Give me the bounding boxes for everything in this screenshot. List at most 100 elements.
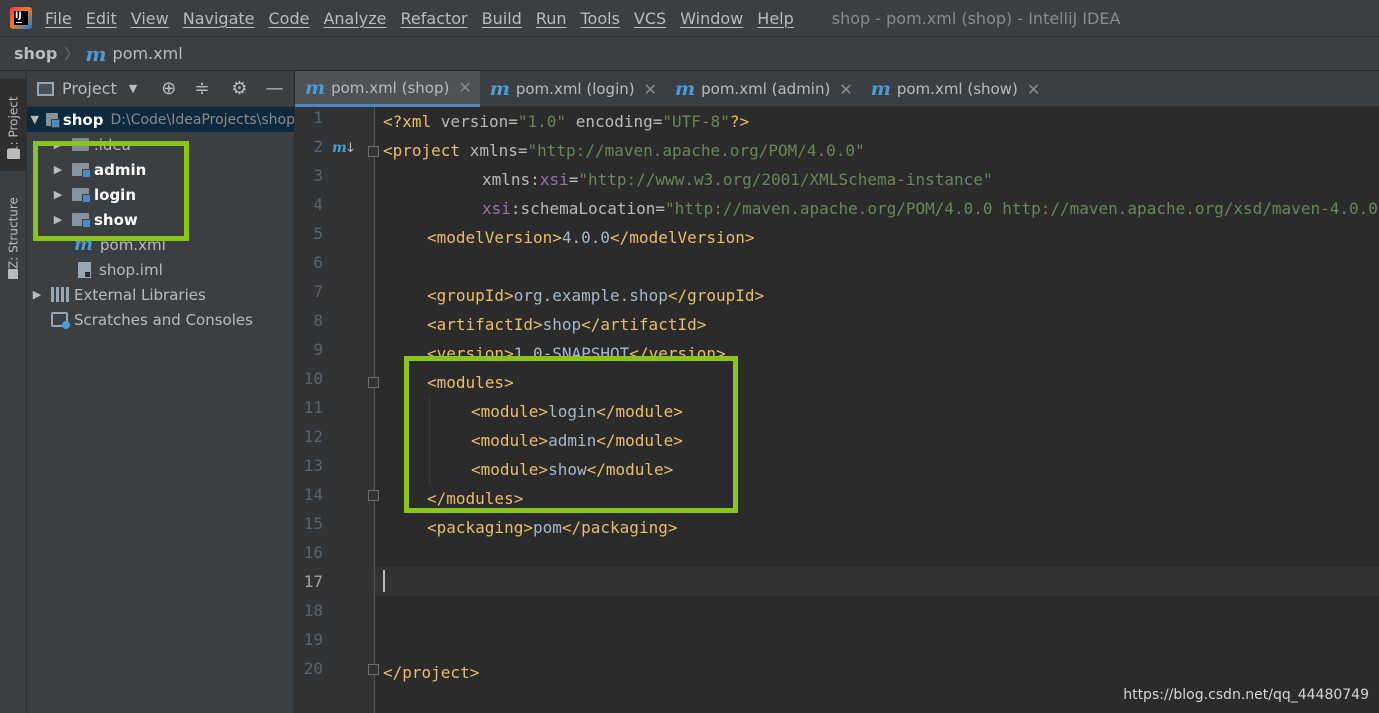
project-panel-title[interactable]: Project (62, 79, 117, 98)
menu-tools[interactable]: Tools (581, 9, 620, 28)
tree-item-iml[interactable]: shop.iml (27, 257, 294, 282)
fold-marker-icon[interactable] (368, 377, 379, 388)
tree-item-admin[interactable]: ▶ admin (27, 157, 294, 182)
code-line-2: <project xmlns="http://maven.apache.org/… (383, 136, 865, 165)
code-token: encoding (575, 112, 653, 131)
tab-pom-admin[interactable]: m pom.xml (admin) ✕ (665, 71, 861, 107)
code-token: </modules> (427, 489, 524, 508)
code-token: <?xml (383, 112, 441, 131)
project-panel: Project ▼ ⊕ ≑ ⚙ — ▼ shop D:\Code\IdeaPro… (27, 71, 295, 713)
line-number: 14 (303, 485, 323, 504)
code-token: : (510, 199, 521, 218)
current-line-highlight (375, 567, 1379, 596)
code-token: "http://www.w3.org/2001/XMLSchema-instan… (578, 170, 993, 189)
code-token: 1.0-SNAPSHOT (513, 344, 630, 363)
line-number: 6 (313, 253, 323, 272)
tree-item-external-libraries[interactable]: ▶ External Libraries (27, 282, 294, 307)
code-token: xmlns (482, 170, 531, 189)
menu-file[interactable]: File (45, 9, 72, 28)
structure-icon (8, 269, 18, 279)
menu-vcs[interactable]: VCS (634, 9, 666, 28)
close-icon[interactable]: ✕ (458, 78, 471, 97)
close-icon[interactable]: ✕ (644, 80, 657, 99)
breadcrumb-project[interactable]: shop (14, 44, 57, 63)
code-token: </modelVersion> (610, 228, 755, 247)
collapsed-arrow-icon[interactable]: ▶ (51, 213, 65, 226)
line-number: 3 (313, 166, 323, 185)
code-token: 4.0.0 (561, 228, 611, 247)
code-token: <groupId> (427, 286, 514, 305)
code-line-11: <module>login</module> (471, 397, 683, 426)
module-folder-icon (46, 113, 61, 128)
collapsed-arrow-icon[interactable]: ▶ (51, 138, 65, 151)
code-line-5: <modelVersion>4.0.0</modelVersion> (427, 223, 755, 252)
menu-analyze[interactable]: Analyze (323, 9, 386, 28)
tab-pom-shop[interactable]: m pom.xml (shop) ✕ (295, 71, 480, 107)
menu-edit[interactable]: Edit (86, 9, 117, 28)
close-icon[interactable]: ✕ (1027, 80, 1040, 99)
code-token: </project> (383, 663, 480, 682)
code-line-15: <packaging>pom</packaging> (427, 513, 677, 542)
menu-refactor[interactable]: Refactor (401, 9, 468, 28)
tree-item-scratches[interactable]: Scratches and Consoles (27, 307, 294, 332)
tree-item-idea[interactable]: ▶ .idea (27, 132, 294, 157)
tree-label: pom.xml (100, 235, 166, 254)
line-number: 10 (303, 369, 323, 388)
fold-marker-icon[interactable] (368, 490, 379, 501)
tree-path: D:\Code\IdeaProjects\shop (110, 111, 295, 128)
gear-icon[interactable]: ⚙ (231, 78, 247, 99)
window-title: shop - pom.xml (shop) - IntelliJ IDEA (831, 8, 1121, 28)
code-editor[interactable]: 1 2 3 4 5 6 7 8 9 10 11 12 13 14 15 16 1… (295, 107, 1379, 713)
menu-navigate[interactable]: Navigate (183, 9, 255, 28)
code-token: </packaging> (561, 518, 678, 537)
tab-pom-show[interactable]: m pom.xml (show) ✕ (861, 71, 1049, 107)
close-icon[interactable]: ✕ (839, 80, 852, 99)
expanded-arrow-icon[interactable]: ▼ (30, 113, 39, 126)
code-token: org.example.shop (513, 286, 668, 305)
structure-tool-tab-label: Z: Structure (6, 197, 21, 269)
code-token: = (517, 141, 528, 160)
code-token: "UTF-8" (662, 112, 730, 131)
menu-build[interactable]: Build (482, 9, 522, 28)
line-number: 9 (313, 340, 323, 359)
fold-marker-icon[interactable] (368, 146, 379, 157)
code-token: : (530, 170, 540, 189)
indent-guide (429, 397, 430, 484)
iml-file-icon (78, 261, 91, 278)
collapsed-arrow-icon[interactable]: ▶ (51, 163, 65, 176)
collapsed-arrow-icon[interactable]: ▶ (30, 288, 44, 301)
tree-label: shop.iml (99, 260, 163, 279)
tree-item-pom[interactable]: m pom.xml (27, 232, 294, 257)
code-token: login (548, 402, 597, 421)
structure-tool-tab[interactable]: Z: Structure (0, 183, 27, 283)
locate-icon[interactable]: ⊕ (161, 78, 176, 99)
code-line-9: <version>1.0-SNAPSHOT</version> (427, 339, 726, 368)
fold-marker-icon[interactable] (368, 664, 379, 675)
tree-item-show[interactable]: ▶ show (27, 207, 294, 232)
menu-view[interactable]: View (131, 9, 169, 28)
code-token: "1.0" (517, 112, 567, 131)
minimize-icon[interactable]: — (266, 78, 284, 99)
menu-window[interactable]: Window (680, 9, 743, 28)
code-token: <packaging> (427, 518, 533, 537)
menu-help[interactable]: Help (757, 9, 793, 28)
chevron-down-icon[interactable]: ▼ (129, 82, 137, 95)
tree-label: .idea (94, 135, 131, 154)
line-number: 15 (303, 514, 323, 533)
breadcrumb-file[interactable]: pom.xml (113, 44, 183, 63)
tab-pom-login[interactable]: m pom.xml (login) ✕ (480, 71, 665, 107)
menu-run[interactable]: Run (536, 9, 567, 28)
menu-code[interactable]: Code (269, 9, 310, 28)
editor-gutter[interactable]: 1 2 3 4 5 6 7 8 9 10 11 12 13 14 15 16 1… (295, 107, 379, 713)
maven-m-icon: m (675, 78, 696, 100)
line-number: 1 (313, 108, 323, 127)
tab-label: pom.xml (show) (896, 80, 1018, 98)
code-token: <artifactId> (427, 315, 543, 334)
code-token: version (440, 112, 509, 131)
tree-item-login[interactable]: ▶ login (27, 182, 294, 207)
collapsed-arrow-icon[interactable]: ▶ (51, 188, 65, 201)
project-tool-tab-label: 1: Project (6, 96, 21, 154)
collapse-icon[interactable]: ≑ (194, 78, 209, 99)
tree-root-shop[interactable]: ▼ shop D:\Code\IdeaProjects\shop (27, 107, 295, 132)
